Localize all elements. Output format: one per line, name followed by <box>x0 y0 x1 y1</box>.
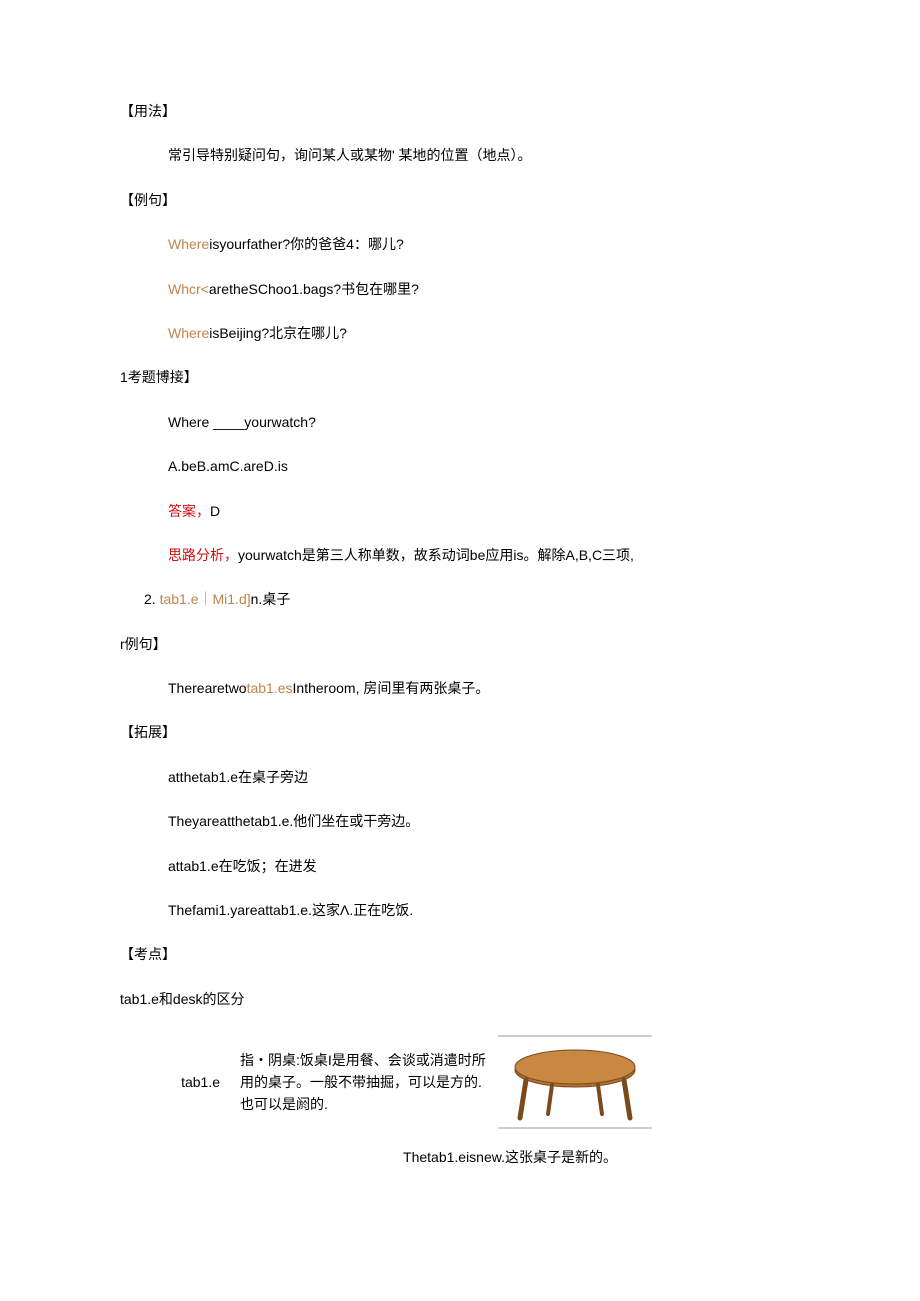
item-2-rest: n.桌子 <box>251 591 291 607</box>
usage-heading: 【用法】 <box>120 100 800 122</box>
exam-q-blank: ____ <box>213 414 244 430</box>
table-icon <box>490 1032 660 1132</box>
r-example-heading: r例句】 <box>120 633 800 655</box>
extension-1: atthetab1.e在桌子旁边 <box>120 766 800 788</box>
example-3-keyword: Where <box>168 325 209 341</box>
exam-q-pre: Where <box>168 414 213 430</box>
example-2-rest: aretheSChoo1.bags?书包在哪里? <box>209 281 419 297</box>
exam-answer: 答案，D <box>120 500 800 522</box>
exam-analysis: 思路分析，yourwatch是第三人称单数，故系动词be应用is。解除A,B,C… <box>120 544 800 566</box>
extension-2: Theyareatthetab1.e.他们坐在或干旁边。 <box>120 810 800 832</box>
extension-3: attab1.e在吃饭；在进发 <box>120 855 800 877</box>
analysis-text: yourwatch是第三人称单数，故系动词be应用is。解除A,B,C三项, <box>238 547 634 563</box>
table-image <box>490 1032 660 1132</box>
usage-text: 常引导特别疑问句，询问某人或某物' 某地的位置（地点）。 <box>120 144 800 166</box>
exam-options: A.beB.amC.areD.is <box>120 455 800 477</box>
item-2-num: 2. <box>144 591 160 607</box>
table-row: tab1.e 指・阴桌:饭桌I是用餐、会谈或消遣时所用的桌子。一般不带抽掘，可以… <box>120 1032 800 1132</box>
r-example-keyword: tab1.es <box>247 680 293 696</box>
example-heading: 【例句】 <box>120 189 800 211</box>
example-1-rest: isyourfather?你的爸爸4：哪儿? <box>209 236 404 252</box>
example-3: WhereisBeijing?北京在哪儿? <box>120 322 800 344</box>
item-2-keyword: tab1.e｜Mi1.d] <box>160 591 251 607</box>
table-caption: Thetab1.eisnew.这张桌子是新的。 <box>120 1146 800 1168</box>
kaodian-heading: 【考点】 <box>120 943 800 965</box>
analysis-label: 思路分析， <box>168 547 238 563</box>
extension-4: Thefami1.yareattab1.e.这家Λ.正在吃饭. <box>120 899 800 921</box>
table-row-definition: 指・阴桌:饭桌I是用餐、会谈或消遣时所用的桌子。一般不带抽掘，可以是方的. 也可… <box>240 1049 490 1116</box>
document-page: 【用法】 常引导特别疑问句，询问某人或某物' 某地的位置（地点）。 【例句】 W… <box>0 0 920 1301</box>
example-3-rest: isBeijing?北京在哪儿? <box>209 325 347 341</box>
extension-heading: 【拓展】 <box>120 721 800 743</box>
example-2-keyword: Whcr< <box>168 281 209 297</box>
item-2: 2. tab1.e｜Mi1.d]n.桌子 <box>120 588 800 610</box>
answer-value: D <box>210 503 220 519</box>
r-example-pre: Therearetwo <box>168 680 247 696</box>
example-1: Whereisyourfather?你的爸爸4：哪儿? <box>120 233 800 255</box>
r-example-post: Intheroom, 房间里有两张桌子。 <box>293 680 490 696</box>
table-row-label: tab1.e <box>120 1071 240 1093</box>
example-2: Whcr<aretheSChoo1.bags?书包在哪里? <box>120 278 800 300</box>
answer-label: 答案， <box>168 503 210 519</box>
example-1-keyword: Where <box>168 236 209 252</box>
r-example-text: Therearetwotab1.esIntheroom, 房间里有两张桌子。 <box>120 677 800 699</box>
kaodian-text: tab1.e和desk的区分 <box>120 988 800 1010</box>
exam-heading: 1考题博接】 <box>120 366 800 388</box>
exam-q-post: yourwatch? <box>244 414 316 430</box>
exam-question: Where ____yourwatch? <box>120 411 800 433</box>
